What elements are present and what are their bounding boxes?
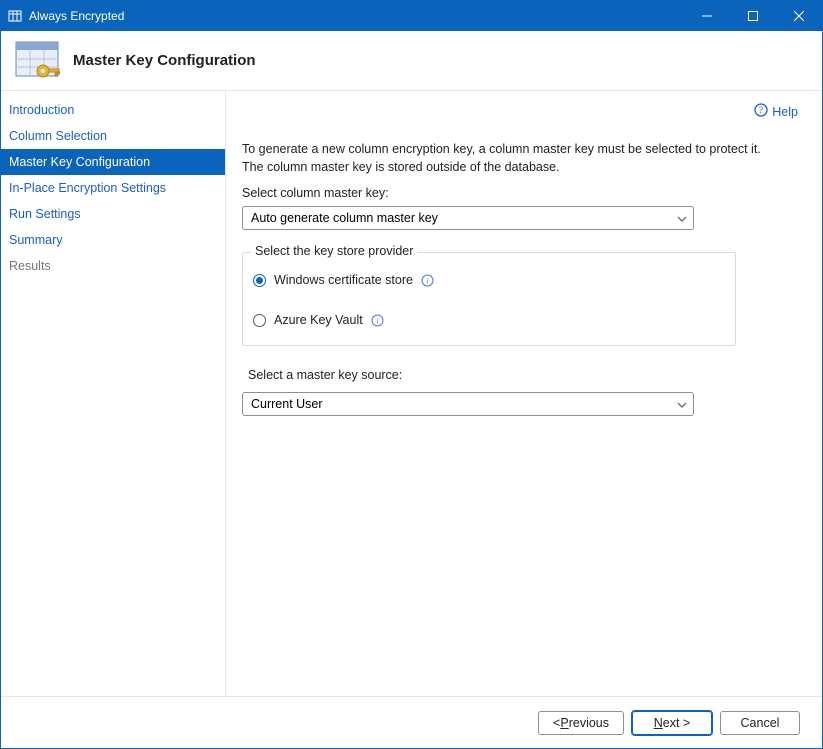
wizard-header: Master Key Configuration: [1, 31, 822, 91]
sidebar-item-label: Column Selection: [9, 129, 107, 143]
wizard-sidebar: Introduction Column Selection Master Key…: [1, 91, 226, 696]
radio-windows-cert-store[interactable]: Windows certificate store i: [253, 273, 725, 287]
sidebar-item-master-key-configuration[interactable]: Master Key Configuration: [1, 149, 225, 175]
page-title: Master Key Configuration: [73, 52, 256, 69]
wizard-footer: < Previous Next > Cancel: [1, 696, 822, 748]
select-cmk-value: Auto generate column master key: [251, 211, 438, 225]
previous-button[interactable]: < Previous: [538, 711, 624, 735]
radio-label: Windows certificate store: [274, 273, 413, 287]
minimize-button[interactable]: [684, 1, 730, 31]
svg-text:i: i: [426, 276, 428, 285]
select-cmk-dropdown[interactable]: Auto generate column master key: [242, 206, 694, 230]
sidebar-item-run-settings[interactable]: Run Settings: [1, 201, 225, 227]
header-key-icon: [13, 39, 61, 83]
sidebar-item-results: Results: [1, 253, 225, 279]
sidebar-item-label: Summary: [9, 233, 62, 247]
info-icon[interactable]: i: [421, 274, 434, 287]
master-key-source-dropdown[interactable]: Current User: [242, 392, 694, 416]
app-icon: [7, 8, 23, 24]
titlebar: Always Encrypted: [1, 1, 822, 31]
master-key-source-value: Current User: [251, 397, 323, 411]
main-content: ? Help To generate a new column encrypti…: [226, 91, 822, 696]
maximize-button[interactable]: [730, 1, 776, 31]
next-button[interactable]: Next >: [632, 711, 712, 735]
svg-text:i: i: [376, 316, 378, 325]
master-key-source-label: Select a master key source:: [242, 368, 798, 382]
sidebar-item-label: Results: [9, 259, 51, 273]
svg-text:?: ?: [759, 105, 763, 115]
help-label: Help: [772, 105, 798, 119]
info-icon[interactable]: i: [371, 314, 384, 327]
select-cmk-label: Select column master key:: [242, 186, 798, 200]
close-button[interactable]: [776, 1, 822, 31]
radio-label: Azure Key Vault: [274, 313, 363, 327]
key-store-provider-legend: Select the key store provider: [251, 244, 417, 258]
help-icon: ?: [754, 103, 768, 120]
sidebar-item-label: Introduction: [9, 103, 74, 117]
window-title: Always Encrypted: [29, 9, 124, 23]
radio-icon: [253, 274, 266, 287]
radio-azure-key-vault[interactable]: Azure Key Vault i: [253, 313, 725, 327]
chevron-down-icon: [677, 397, 687, 411]
cancel-button[interactable]: Cancel: [720, 711, 800, 735]
sidebar-item-summary[interactable]: Summary: [1, 227, 225, 253]
key-store-provider-group: Select the key store provider Windows ce…: [242, 252, 736, 346]
help-link[interactable]: ? Help: [754, 103, 798, 120]
chevron-down-icon: [677, 211, 687, 225]
sidebar-item-label: In-Place Encryption Settings: [9, 181, 166, 195]
sidebar-item-label: Run Settings: [9, 207, 81, 221]
intro-text: To generate a new column encryption key,…: [242, 141, 782, 176]
sidebar-item-in-place-encryption-settings[interactable]: In-Place Encryption Settings: [1, 175, 225, 201]
sidebar-item-column-selection[interactable]: Column Selection: [1, 123, 225, 149]
sidebar-item-introduction[interactable]: Introduction: [1, 97, 225, 123]
sidebar-item-label: Master Key Configuration: [9, 155, 150, 169]
radio-icon: [253, 314, 266, 327]
